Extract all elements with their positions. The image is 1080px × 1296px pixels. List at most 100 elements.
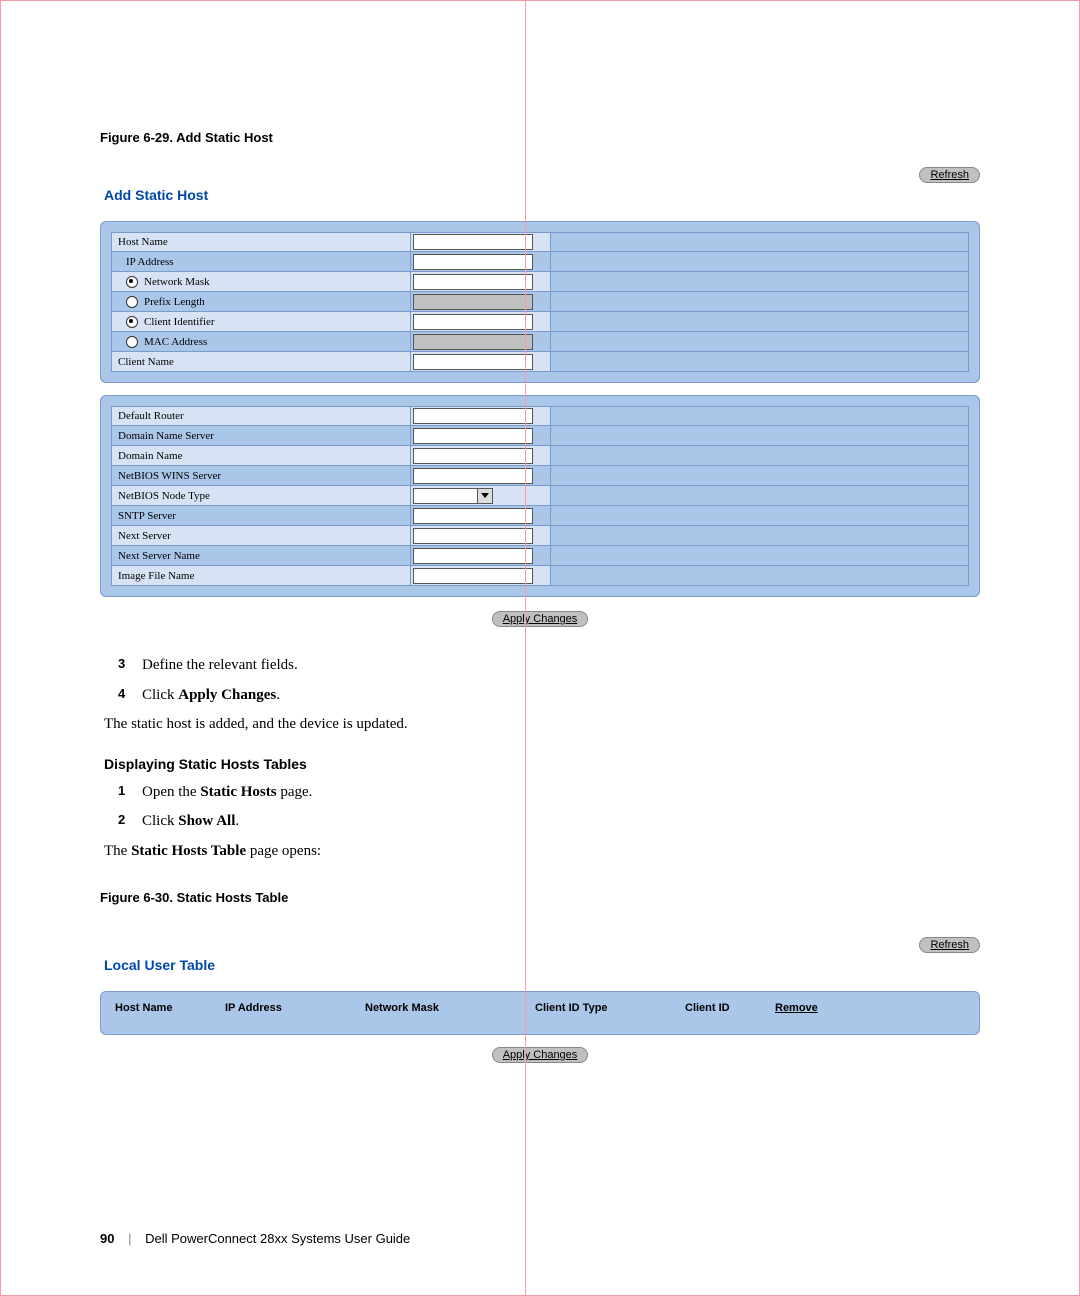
field-input-cell <box>411 546 551 566</box>
field-label: Network Mask <box>111 272 411 292</box>
field-label: Prefix Length <box>111 292 411 312</box>
table-column-header: IP Address <box>225 1002 365 1016</box>
field-input-cell <box>411 426 551 446</box>
text-input[interactable] <box>413 428 533 444</box>
table-title: Local User Table <box>104 957 980 973</box>
instruction-list-b: 1Open the Static Hosts page. 2 Click Show … <box>118 780 980 835</box>
table-column-header: Network Mask <box>365 1002 535 1016</box>
text-input[interactable] <box>413 468 533 484</box>
field-spacer <box>551 546 969 566</box>
figure-caption-2: Figure 6-30. Static Hosts Table <box>100 890 980 905</box>
form-title: Add Static Host <box>104 187 980 203</box>
field-input-cell <box>411 292 551 312</box>
field-spacer <box>551 526 969 546</box>
field-label: Default Router <box>111 406 411 426</box>
field-spacer <box>551 566 969 586</box>
text-input <box>413 334 533 350</box>
field-input-cell <box>411 486 551 506</box>
field-spacer <box>551 486 969 506</box>
refresh-button-2[interactable]: Refresh <box>919 937 980 953</box>
text-input[interactable] <box>413 568 533 584</box>
field-input-cell <box>411 446 551 466</box>
footer-separator: | <box>128 1231 131 1246</box>
result-text-b: The Static Hosts Table page opens: <box>104 839 980 865</box>
field-spacer <box>551 426 969 446</box>
radio-icon[interactable] <box>126 296 138 308</box>
text-input[interactable] <box>413 508 533 524</box>
apply-changes-button-2[interactable]: Apply Changes <box>492 1047 589 1063</box>
field-spacer <box>551 232 969 252</box>
field-label: Next Server Name <box>111 546 411 566</box>
text-input[interactable] <box>413 254 533 270</box>
field-spacer <box>551 332 969 352</box>
field-input-cell <box>411 312 551 332</box>
field-input-cell <box>411 526 551 546</box>
step-number: 2 <box>118 809 128 835</box>
table-header-row: Host NameIP AddressNetwork MaskClient ID… <box>115 1002 965 1016</box>
field-label: NetBIOS Node Type <box>111 486 411 506</box>
step-number: 4 <box>118 683 128 709</box>
text-input[interactable] <box>413 234 533 250</box>
table-column-header: Remove <box>775 1002 845 1016</box>
text-input[interactable] <box>413 354 533 370</box>
field-spacer <box>551 506 969 526</box>
instruction-item: 2 Click Show All. <box>118 809 980 835</box>
chevron-down-icon <box>481 493 489 498</box>
step-text: Click Show All. <box>142 809 239 835</box>
apply-changes-button[interactable]: Apply Changes <box>492 611 589 627</box>
result-text-a: The static host is added, and the device… <box>104 712 980 738</box>
field-spacer <box>551 272 969 292</box>
text-input[interactable] <box>413 314 533 330</box>
step-number: 1 <box>118 780 128 806</box>
field-label: Client Identifier <box>111 312 411 332</box>
radio-icon[interactable] <box>126 316 138 328</box>
radio-icon[interactable] <box>126 336 138 348</box>
field-label: SNTP Server <box>111 506 411 526</box>
text-input[interactable] <box>413 408 533 424</box>
field-input-cell <box>411 566 551 586</box>
field-spacer <box>551 446 969 466</box>
text-input[interactable] <box>413 548 533 564</box>
table-column-header: Client ID <box>685 1002 775 1016</box>
instruction-list-a: 3Define the relevant fields. 4 Click Apply… <box>118 653 980 708</box>
table-panel: Host NameIP AddressNetwork MaskClient ID… <box>100 991 980 1035</box>
field-spacer <box>551 352 969 372</box>
instruction-item: 1Open the Static Hosts page. <box>118 780 980 806</box>
table-column-header: Client ID Type <box>535 1002 685 1016</box>
radio-icon[interactable] <box>126 276 138 288</box>
step-text: Click Apply Changes. <box>142 683 280 709</box>
field-spacer <box>551 252 969 272</box>
table-column-header: Host Name <box>115 1002 225 1016</box>
instruction-item: 4 Click Apply Changes. <box>118 683 980 709</box>
text-input <box>413 294 533 310</box>
field-input-cell <box>411 252 551 272</box>
field-spacer <box>551 466 969 486</box>
field-input-cell <box>411 272 551 292</box>
field-label: Domain Name <box>111 446 411 466</box>
form-panel-1: Host NameIP AddressNetwork MaskPrefix Le… <box>100 221 980 383</box>
field-label: MAC Address <box>111 332 411 352</box>
field-spacer <box>551 406 969 426</box>
field-label: Client Name <box>111 352 411 372</box>
field-label: Domain Name Server <box>111 426 411 446</box>
field-label: IP Address <box>111 252 411 272</box>
text-input[interactable] <box>413 448 533 464</box>
text-input[interactable] <box>413 274 533 290</box>
page-number: 90 <box>100 1231 114 1246</box>
footer-title: Dell PowerConnect 28xx Systems User Guid… <box>145 1231 410 1246</box>
field-input-cell <box>411 232 551 252</box>
instruction-item: 3Define the relevant fields. <box>118 653 980 679</box>
field-label: Image File Name <box>111 566 411 586</box>
field-input-cell <box>411 332 551 352</box>
select-input[interactable] <box>413 488 493 504</box>
field-input-cell <box>411 352 551 372</box>
step-number: 3 <box>118 653 128 679</box>
field-spacer <box>551 312 969 332</box>
field-input-cell <box>411 466 551 486</box>
subheading: Displaying Static Hosts Tables <box>104 756 980 772</box>
field-input-cell <box>411 406 551 426</box>
text-input[interactable] <box>413 528 533 544</box>
refresh-button[interactable]: Refresh <box>919 167 980 183</box>
field-label: Next Server <box>111 526 411 546</box>
field-input-cell <box>411 506 551 526</box>
